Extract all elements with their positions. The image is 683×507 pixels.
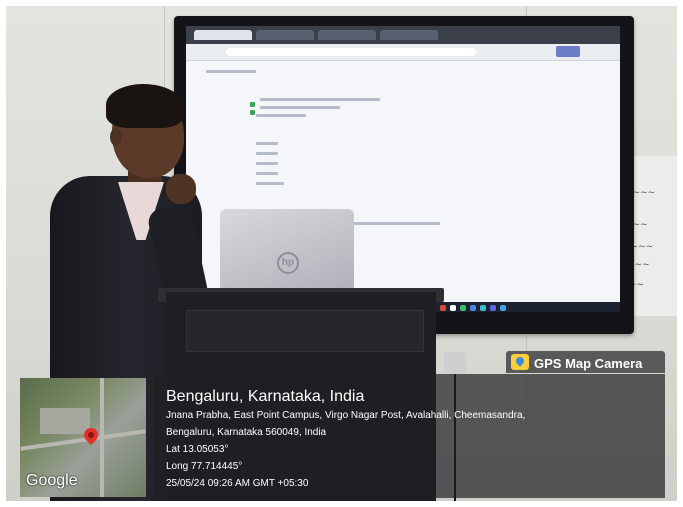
browser-badge	[556, 46, 580, 57]
taskbar-icon	[490, 305, 496, 311]
gps-camera-icon	[511, 354, 529, 370]
address-line-1: Jnana Prabha, East Point Campus, Virgo N…	[166, 410, 526, 421]
map-watermark: Google	[26, 472, 78, 489]
browser-tab-strip	[186, 26, 620, 44]
gps-app-label: GPS Map Camera	[534, 356, 643, 371]
browser-tab	[194, 30, 252, 40]
taskbar-icon	[480, 305, 486, 311]
photo: ~~~~ ~~~ ~~~~ ~~~ ~~ hp GPS Map Camera G…	[6, 6, 677, 501]
laptop-logo: hp	[277, 252, 299, 274]
map-building	[40, 408, 90, 434]
code-line	[206, 70, 256, 73]
presenter-hair	[106, 84, 184, 128]
code-line	[256, 114, 306, 117]
cell-marker	[250, 110, 255, 115]
map-road	[100, 378, 104, 497]
presenter-ear	[110, 128, 122, 146]
browser-url-bar	[186, 44, 620, 61]
timestamp: 25/05/24 09:26 AM GMT +05:30	[166, 478, 309, 489]
taskbar-icon	[460, 305, 466, 311]
code-line	[260, 106, 340, 109]
url-field	[226, 48, 476, 56]
browser-tab	[380, 30, 438, 40]
location-title: Bengaluru, Karnataka, India	[166, 388, 365, 405]
code-line	[256, 162, 278, 165]
taskbar-icon	[500, 305, 506, 311]
taskbar-icon	[450, 305, 456, 311]
code-line	[256, 152, 278, 155]
longitude: Long 77.714445°	[166, 461, 243, 472]
code-line	[260, 98, 380, 101]
podium-panel	[186, 310, 424, 352]
browser-tab	[256, 30, 314, 40]
wall-socket	[444, 352, 466, 374]
map-thumbnail: Google	[20, 378, 146, 497]
taskbar-icon	[470, 305, 476, 311]
presenter-hand	[166, 174, 196, 204]
browser-tab	[318, 30, 376, 40]
cell-marker	[250, 102, 255, 107]
latitude: Lat 13.05053°	[166, 444, 229, 455]
code-line	[256, 142, 278, 145]
taskbar-icon	[440, 305, 446, 311]
address-line-2: Bengaluru, Karnataka 560049, India	[166, 427, 327, 438]
code-line	[256, 182, 284, 185]
code-line	[256, 172, 278, 175]
